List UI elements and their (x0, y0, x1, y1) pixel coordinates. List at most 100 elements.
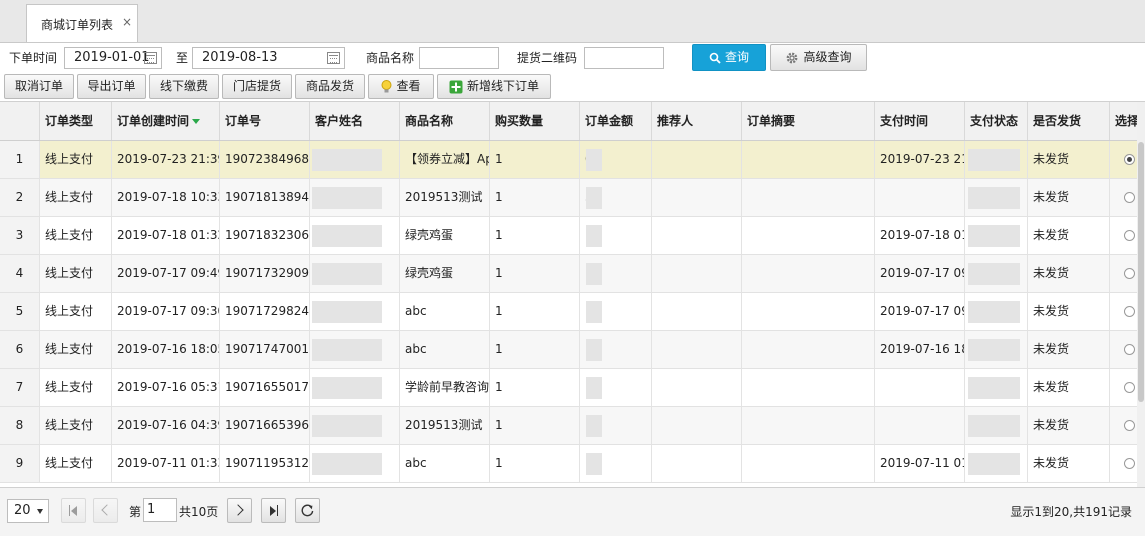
cell-order-summary (742, 179, 875, 216)
search-icon (709, 52, 721, 64)
cell-referrer (652, 331, 742, 368)
cell-order-no: 19071729824 (220, 293, 310, 330)
product-name-input[interactable] (419, 47, 499, 69)
offline-pay-button[interactable]: 线下缴费 (149, 74, 219, 99)
cell-created-time: 2019-07-16 04:39:0 (112, 407, 220, 444)
pickup-qr-input[interactable] (584, 47, 664, 69)
cell-quantity: 1 (490, 217, 580, 254)
row-select-radio[interactable] (1124, 458, 1135, 469)
table-row[interactable]: 5线上支付2019-07-17 09:30:319071729824 abc1 20… (0, 293, 1137, 331)
search-button[interactable]: 查询 (692, 44, 766, 71)
cell-pay-time: 2019-07-11 01: (875, 445, 965, 482)
masked-region (968, 187, 1020, 209)
table-row[interactable]: 9线上支付2019-07-11 01:33:119071195312 abc1 20… (0, 445, 1137, 483)
dropdown-arrow-icon (37, 509, 43, 514)
cell-row-number: 7 (0, 369, 40, 406)
header-pay-time[interactable]: 支付时间 (875, 102, 965, 140)
cell-quantity: 1 (490, 369, 580, 406)
table-row[interactable]: 4线上支付2019-07-17 09:49:519071732909绿壳鸡蛋1(… (0, 255, 1137, 293)
cancel-order-button[interactable]: 取消订单 (4, 74, 74, 99)
table-row[interactable]: 3线上支付2019-07-18 01:32:119071832306绿壳鸡蛋1(… (0, 217, 1137, 255)
cell-referrer (652, 255, 742, 292)
close-icon[interactable]: × (122, 15, 132, 29)
calendar-icon[interactable] (327, 52, 340, 64)
page-size-value: 20 (14, 503, 31, 518)
table-row[interactable]: 7线上支付2019-07-16 05:31:519071655017 学龄前早教咨… (0, 369, 1137, 407)
cell-order-type: 线上支付 (40, 445, 112, 482)
vertical-scrollbar[interactable] (1137, 102, 1145, 487)
table-row[interactable]: 1线上支付2019-07-23 21:39:119072384968【领券立减】… (0, 141, 1137, 179)
row-select-radio[interactable] (1124, 192, 1135, 203)
refresh-button[interactable] (295, 498, 320, 523)
cell-referrer (652, 217, 742, 254)
store-pickup-button[interactable]: 门店提货 (222, 74, 292, 99)
cell-shipped: 未发货 (1028, 407, 1110, 444)
masked-region (312, 377, 382, 399)
cell-pay-time: 2019-07-23 21: (875, 141, 965, 178)
scrollbar-thumb[interactable] (1138, 142, 1144, 402)
header-order-summary[interactable]: 订单摘要 (742, 102, 875, 140)
table-row[interactable]: 6线上支付2019-07-16 18:05:319071747001 abc1 20… (0, 331, 1137, 369)
header-quantity[interactable]: 购买数量 (490, 102, 580, 140)
date-from-value: 2019-01-01 (74, 50, 150, 65)
cell-order-type: 线上支付 (40, 331, 112, 368)
table-row[interactable]: 8线上支付2019-07-16 04:39:019071665396 201951… (0, 407, 1137, 445)
cell-order-type: 线上支付 (40, 293, 112, 330)
header-shipped[interactable]: 是否发货 (1028, 102, 1110, 140)
first-page-button[interactable] (61, 498, 86, 523)
page-size-select[interactable]: 20 (7, 499, 49, 523)
row-select-radio[interactable] (1124, 306, 1135, 317)
cell-product-name: abc (400, 293, 490, 330)
masked-region (968, 149, 1020, 171)
page-total: 共10页 (179, 505, 219, 519)
header-customer-name[interactable]: 客户姓名 (310, 102, 400, 140)
last-page-icon (270, 506, 276, 516)
row-select-radio[interactable] (1124, 230, 1135, 241)
cell-created-time: 2019-07-18 01:32:1 (112, 217, 220, 254)
cell-pay-time: 2019-07-18 01: (875, 217, 965, 254)
row-select-radio[interactable] (1124, 268, 1135, 279)
row-select-radio[interactable] (1124, 420, 1135, 431)
last-page-button[interactable] (261, 498, 286, 523)
header-order-no[interactable]: 订单号 (220, 102, 310, 140)
pagination-bar: 20 第 1 共10页 显示1到20,共191记录 (0, 487, 1145, 536)
export-order-button[interactable]: 导出订单 (77, 74, 146, 99)
view-button-label: 查看 (396, 79, 421, 93)
header-referrer[interactable]: 推荐人 (652, 102, 742, 140)
cell-referrer (652, 293, 742, 330)
advanced-search-button[interactable]: 高级查询 (770, 44, 867, 71)
to-label: 至 (176, 51, 189, 65)
next-page-button[interactable] (227, 498, 252, 523)
header-product-name[interactable]: 商品名称 (400, 102, 490, 140)
add-offline-order-button[interactable]: 新增线下订单 (437, 74, 551, 99)
cell-row-number: 2 (0, 179, 40, 216)
cell-product-name: 【领券立减】Ap (400, 141, 490, 178)
header-pay-status[interactable]: 支付状态 (965, 102, 1028, 140)
header-select: 选择 (1115, 114, 1137, 128)
table-row[interactable]: 2线上支付2019-07-18 10:33:519071813894 201951… (0, 179, 1137, 217)
cell-order-no: 19071665396 (220, 407, 310, 444)
cell-order-no: 19071747001 (220, 331, 310, 368)
date-from-input[interactable]: 2019-01-01 (64, 47, 162, 69)
tab-order-list[interactable]: 商城订单列表 × (26, 4, 138, 42)
calendar-icon[interactable] (144, 52, 157, 64)
date-to-input[interactable]: 2019-08-13 (192, 47, 345, 69)
row-select-radio[interactable] (1124, 382, 1135, 393)
cell-referrer (652, 445, 742, 482)
cell-order-no: 19071832306 (220, 217, 310, 254)
cell-referrer (652, 179, 742, 216)
record-summary: 显示1到20,共191记录 (1010, 505, 1132, 519)
page-number-input[interactable]: 1 (143, 498, 177, 522)
header-order-type[interactable]: 订单类型 (40, 102, 112, 140)
cell-product-name: 学龄前早教咨询 (400, 369, 490, 406)
header-amount[interactable]: 订单金额 (580, 102, 652, 140)
ship-goods-button[interactable]: 商品发货 (295, 74, 365, 99)
cell-order-type: 线上支付 (40, 369, 112, 406)
prev-page-button[interactable] (93, 498, 118, 523)
header-created-time[interactable]: 订单创建时间 (112, 102, 220, 140)
view-button[interactable]: 查看 (368, 74, 434, 99)
masked-region (312, 149, 382, 171)
row-select-radio[interactable] (1124, 344, 1135, 355)
row-select-radio[interactable] (1124, 154, 1135, 165)
cell-row-number: 3 (0, 217, 40, 254)
